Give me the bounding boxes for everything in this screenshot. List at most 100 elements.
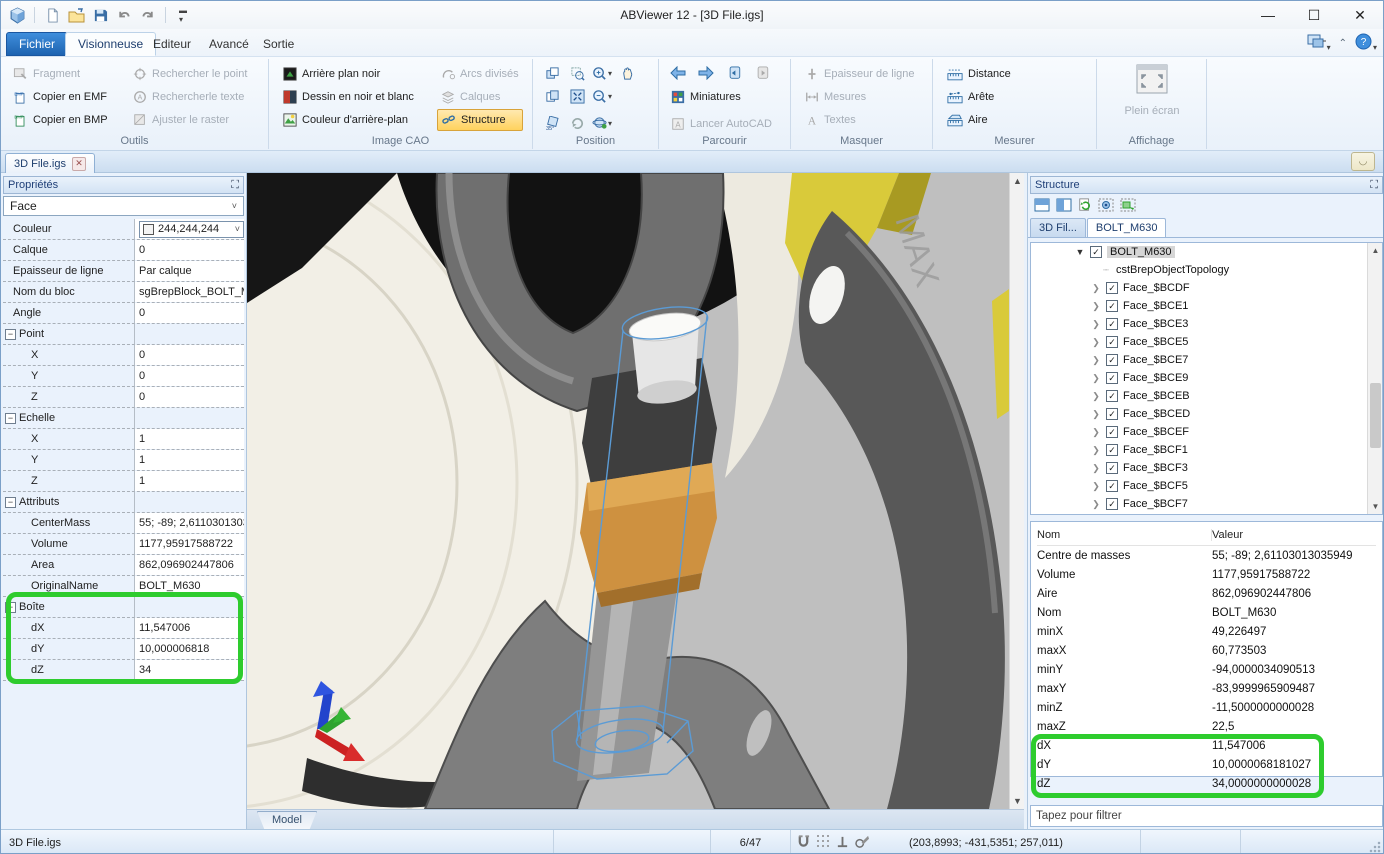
property-row[interactable]: X0 [3,345,244,366]
checkbox-checked-icon[interactable]: ✓ [1106,336,1118,348]
property-row-dy[interactable]: dY10,000006818 [3,639,244,660]
tree-face-row[interactable]: ❯✓Face_$BCE1 [1031,297,1382,315]
tree-root-row[interactable]: ▼ ✓ BOLT_M630 [1031,243,1382,261]
checkbox-checked-icon[interactable]: ✓ [1106,426,1118,438]
property-row[interactable]: Angle0 [3,303,244,324]
info-row[interactable]: maxX60,773503 [1037,641,1376,660]
epaisseur-ligne-button[interactable]: Epaisseur de ligne [801,63,919,85]
chevron-right-icon[interactable]: ❯ [1091,391,1101,402]
document-tab-close-icon[interactable]: ✕ [72,157,86,171]
property-row[interactable]: Area862,096902447806 [3,555,244,576]
property-row[interactable]: X1 [3,429,244,450]
style-switcher-icon[interactable]: ▾ [1306,33,1331,53]
rotate-3d-icon[interactable]: 35° [541,113,563,133]
checkbox-checked-icon[interactable]: ✓ [1106,462,1118,474]
chevron-expanded-icon[interactable]: ▼ [1075,247,1085,257]
aire-button[interactable]: Aire [943,109,1015,131]
fragment-button[interactable]: Fragment [9,63,112,85]
close-button[interactable]: ✕ [1337,1,1383,29]
tree-face-row[interactable]: ❯✓Face_$BCED [1031,405,1382,423]
tree-face-row[interactable]: ❯✓Face_$BCF7 [1031,495,1382,513]
tab-sortie[interactable]: Sortie [251,32,306,56]
checkbox-checked-icon[interactable]: ✓ [1106,354,1118,366]
property-row[interactable]: CenterMass55; -89; 2,6110301303 [3,513,244,534]
checkbox-checked-icon[interactable]: ✓ [1090,246,1102,258]
chevron-right-icon[interactable]: ❯ [1091,319,1101,330]
checkbox-checked-icon[interactable]: ✓ [1106,300,1118,312]
structure-tab-bolt[interactable]: BOLT_M630 [1087,218,1167,237]
app-icon[interactable] [7,5,27,25]
chevron-right-icon[interactable]: ❯ [1091,337,1101,348]
info-row[interactable]: Centre de masses55; -89; 2,6110301303594… [1037,546,1376,565]
tree-face-row[interactable]: ❯✓Face_$BCE5 [1031,333,1382,351]
property-row[interactable]: Y0 [3,366,244,387]
zoom-in-icon[interactable]: ▾ [591,63,613,83]
vertical-layout-icon[interactable] [1056,198,1072,215]
color-combobox[interactable]: 244,244,244˅ [139,221,244,238]
chevron-right-icon[interactable]: ❯ [1091,283,1101,294]
mesures-button[interactable]: Mesures [801,86,919,108]
plein-ecran-button[interactable]: Plein écran [1124,63,1179,117]
refresh-view-icon[interactable] [566,113,588,133]
tree-face-row[interactable]: ❯✓Face_$BCE9 [1031,369,1382,387]
info-row[interactable]: Volume1177,95917588722 [1037,565,1376,584]
checkbox-checked-icon[interactable]: ✓ [1106,372,1118,384]
tree-face-row[interactable]: ❯✓Face_$BCF5 [1031,477,1382,495]
zoom-window-icon[interactable] [566,63,588,83]
collapse-icon[interactable]: − [5,329,16,340]
property-group-point[interactable]: −Point [3,324,244,345]
textes-button[interactable]: ATextes [801,109,919,131]
property-row[interactable]: Calque0 [3,240,244,261]
chevron-right-icon[interactable]: ❯ [1091,481,1101,492]
show-in-view-icon[interactable] [1098,198,1114,215]
tree-face-row[interactable]: ❯✓Face_$BCE7 [1031,351,1382,369]
tab-fichier[interactable]: Fichier [6,32,68,56]
chevron-right-icon[interactable]: ❯ [1091,445,1101,456]
calques-button[interactable]: Calques [437,86,523,108]
checkbox-checked-icon[interactable]: ✓ [1106,318,1118,330]
property-row[interactable]: Volume1177,95917588722 [3,534,244,555]
structure-toggle-button[interactable]: Structure [437,109,523,131]
model-tab[interactable]: Model [257,811,317,829]
tree-face-row[interactable]: ❯✓Face_$BCEB [1031,387,1382,405]
arriere-plan-noir-button[interactable]: Arrière plan noir [279,63,418,85]
scrollbar-thumb[interactable] [1370,383,1381,448]
info-row[interactable]: maxY-83,9999965909487 [1037,679,1376,698]
tree-vertical-scrollbar[interactable]: ▲ ▼ [1367,243,1382,514]
tree-face-row[interactable]: ❯✓Face_$BCDF [1031,279,1382,297]
collapse-icon[interactable]: − [5,413,16,424]
scroll-down-icon[interactable]: ▼ [1368,499,1383,514]
rechercher-point-button[interactable]: Rechercher le point [129,63,251,85]
copy-view-icon[interactable] [541,86,563,106]
back-icon[interactable] [667,63,689,83]
couleur-arriere-plan-button[interactable]: Couleur d'arrière-plan [279,109,418,131]
property-row[interactable]: Nom du blocsgBrepBlock_BOLT_M6 [3,282,244,303]
info-row-dx[interactable]: dX11,547006 [1037,736,1376,755]
property-row-couleur[interactable]: Couleur 244,244,244˅ [3,219,244,240]
checkbox-checked-icon[interactable]: ✓ [1106,408,1118,420]
info-row[interactable]: minY-94,0000034090513 [1037,660,1376,679]
pan-hand-icon[interactable] [616,63,638,83]
viewport-3d[interactable]: MAX [247,173,1009,809]
horizontal-layout-icon[interactable] [1034,198,1050,215]
osnap-pen-icon[interactable] [855,835,870,851]
refresh-structure-icon[interactable] [1078,198,1092,215]
customize-toolbar-dropdown[interactable]: ▬▾ [173,5,193,25]
collapse-ribbon-icon[interactable]: ⌃ [1339,38,1347,49]
tree-topology-row[interactable]: ┈ cstBrepObjectTopology [1031,261,1382,279]
chevron-right-icon[interactable]: ❯ [1091,427,1101,438]
collapse-icon[interactable]: − [5,497,16,508]
info-row[interactable]: NomBOLT_M630 [1037,603,1376,622]
lancer-autocad-button[interactable]: ALancer AutoCAD [667,113,776,135]
panel-expander-icon[interactable]: ◡ [1351,152,1375,171]
forward-icon[interactable] [695,63,717,83]
info-row-dy[interactable]: dY10,0000068181027 [1037,755,1376,774]
chevron-right-icon[interactable]: ❯ [1091,355,1101,366]
info-row[interactable]: minX49,226497 [1037,622,1376,641]
property-row[interactable]: Z1 [3,471,244,492]
previous-page-icon[interactable] [723,63,745,83]
tab-editeur[interactable]: Editeur [141,32,203,56]
pin-icon[interactable]: ⛶ [1370,179,1378,192]
open-button[interactable] [66,5,86,25]
next-page-icon[interactable] [751,63,773,83]
